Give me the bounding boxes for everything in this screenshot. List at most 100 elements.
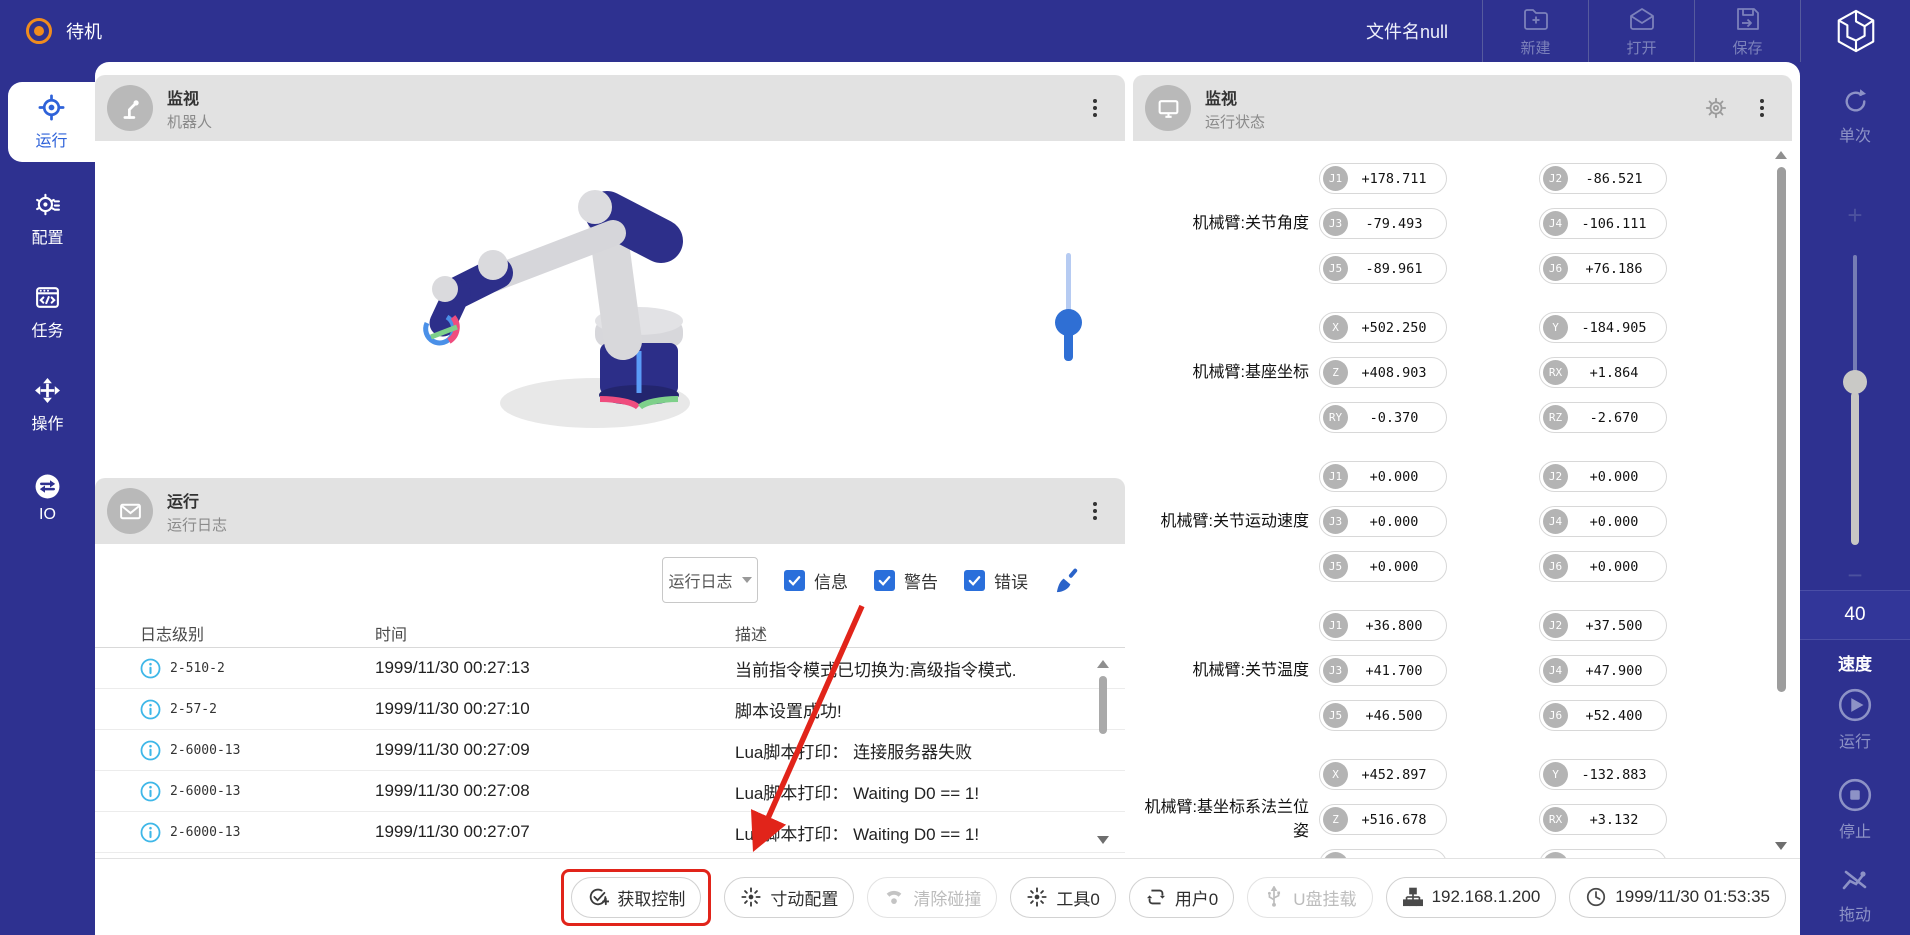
filter-info-checkbox[interactable]: 信息: [784, 568, 848, 593]
bottom-button-icon: [1263, 886, 1285, 908]
status-group-grid: J1 +0.000 J2 +0.000 J3 +0.000 J4 +0.000 …: [1319, 461, 1667, 582]
bottom-button-ip-address[interactable]: 192.168.1.200: [1386, 877, 1557, 918]
log-type-dropdown[interactable]: 运行日志: [662, 557, 758, 603]
bottom-button-tool[interactable]: 工具0: [1010, 877, 1115, 918]
robot-3d-viewport[interactable]: [95, 141, 1125, 474]
value-pill-value: +47.900: [1568, 663, 1663, 679]
value-pill: RY -0.370: [1319, 402, 1447, 433]
value-pill-value: -0.370: [1348, 410, 1443, 426]
sidebar-item-config[interactable]: 配置: [0, 183, 95, 255]
kebab-menu-icon[interactable]: [1089, 95, 1101, 121]
log-row[interactable]: 2-6000-13 1999/11/30 00:27:09 Lua脚本打印： 连…: [95, 730, 1125, 771]
log-scrollbar-thumb[interactable]: [1099, 676, 1107, 734]
status-group: 机械臂:关节角度 J1 +178.711 J2 -86.521 J3 -79.4…: [1141, 163, 1792, 284]
scroll-up-icon[interactable]: [1775, 151, 1787, 159]
status-scrollbar[interactable]: [1774, 151, 1788, 850]
speed-value: 40: [1800, 590, 1910, 640]
value-pill-badge: Z: [1323, 807, 1348, 832]
robot-panel-subtitle: 机器人: [167, 111, 212, 132]
sidebar-item-io[interactable]: IO: [0, 462, 95, 534]
sidebar-item-task[interactable]: 任务: [0, 276, 95, 348]
sidebar-item-run[interactable]: 运行: [8, 82, 95, 162]
bottom-button-user[interactable]: 用户0: [1129, 877, 1234, 918]
value-pill: J1 +0.000: [1319, 461, 1447, 492]
run-button[interactable]: 运行: [1800, 687, 1910, 752]
drag-mode-button[interactable]: 拖动: [1800, 862, 1910, 925]
status-group: 机械臂:关节运动速度 J1 +0.000 J2 +0.000 J3 +0.000…: [1141, 461, 1792, 582]
run-log-panel: 运行 运行日志 运行日志: [95, 478, 1125, 858]
bottom-button-label: 192.168.1.200: [1432, 887, 1541, 907]
speed-increase-button[interactable]: +: [1800, 200, 1910, 231]
save-file-button[interactable]: 保存: [1694, 0, 1800, 62]
value-pill-value: +178.711: [1348, 171, 1443, 187]
value-pill: Z +408.903: [1319, 357, 1447, 388]
new-file-button[interactable]: 新建: [1482, 0, 1588, 62]
chevron-down-icon: [742, 577, 752, 583]
value-pill-value: +502.250: [1348, 320, 1443, 336]
value-pill: J6 +52.400: [1539, 700, 1667, 731]
scroll-down-icon[interactable]: [1775, 842, 1787, 850]
value-pill: J5 +0.000: [1319, 551, 1447, 582]
log-scrollbar[interactable]: [1097, 660, 1109, 844]
bottom-button-label: U盘挂载: [1293, 885, 1356, 910]
filter-error-checkbox[interactable]: 错误: [964, 568, 1028, 593]
speed-decrease-button[interactable]: −: [1800, 560, 1910, 591]
value-pill-badge: J2: [1543, 613, 1568, 638]
log-row[interactable]: 2-57-2 1999/11/30 00:27:10 脚本设置成功!: [95, 689, 1125, 730]
bottom-button-label: 1999/11/30 01:53:35: [1615, 887, 1770, 907]
stop-button[interactable]: 停止: [1800, 777, 1910, 842]
stop-icon: [1837, 777, 1873, 813]
log-row[interactable]: 2-6000-13 1999/11/30 00:27:08 Lua脚本打印： W…: [95, 771, 1125, 812]
log-description: Lua脚本打印： 连接服务器失败: [735, 738, 1080, 763]
log-row[interactable]: 2-510-2 1999/11/30 00:27:13 当前指令模式已切换为:高…: [95, 648, 1125, 689]
value-pill-value: +1.864: [1568, 365, 1663, 381]
bottom-button-acquire-control[interactable]: 获取控制: [571, 877, 701, 918]
speed-slider-track[interactable]: [1853, 255, 1857, 385]
log-table-body: 2-510-2 1999/11/30 00:27:13 当前指令模式已切换为:高…: [95, 648, 1125, 853]
scroll-up-icon[interactable]: [1097, 660, 1109, 668]
status-panel-subtitle: 运行状态: [1205, 111, 1265, 132]
value-pill: J1 +178.711: [1319, 163, 1447, 194]
status-group-label: 机械臂:基坐标系法兰位姿: [1141, 796, 1309, 842]
status-scrollbar-thumb[interactable]: [1777, 167, 1786, 692]
value-pill-badge: J4: [1543, 658, 1568, 683]
value-pill: J1 +36.800: [1319, 610, 1447, 641]
open-file-icon: [1627, 4, 1657, 34]
value-pill-value: +0.000: [1568, 469, 1663, 485]
settings-gear-icon[interactable]: [1704, 96, 1728, 120]
bottom-button-datetime[interactable]: 1999/11/30 01:53:35: [1569, 877, 1786, 918]
log-time: 1999/11/30 00:27:07: [375, 822, 735, 842]
new-file-icon: [1521, 4, 1551, 34]
bottom-button-label: 用户0: [1175, 885, 1218, 910]
log-time: 1999/11/30 00:27:10: [375, 699, 735, 719]
sidebar-item-label: 操作: [31, 410, 63, 434]
value-pill-value: +41.700: [1348, 663, 1443, 679]
sidebar-item-operate[interactable]: 操作: [0, 369, 95, 441]
value-pill-badge: J3: [1323, 509, 1348, 534]
clear-log-brush-icon[interactable]: [1054, 567, 1081, 594]
info-icon: [140, 740, 161, 761]
value-pill-badge: J2: [1543, 464, 1568, 489]
single-cycle-button[interactable]: 单次: [1800, 86, 1910, 146]
bottom-button-clear-collision: 清除碰撞: [867, 877, 997, 918]
bottom-button-jog-config[interactable]: 寸动配置: [724, 877, 854, 918]
log-description: Lua脚本打印： Waiting D0 == 1!: [735, 820, 1080, 845]
sidebar-item-label: 配置: [31, 224, 63, 248]
scroll-down-icon[interactable]: [1097, 836, 1109, 844]
value-pill-value: +0.000: [1348, 559, 1443, 575]
view-zoom-slider-thumb[interactable]: [1055, 309, 1082, 336]
bottom-button-icon: [1026, 886, 1048, 908]
log-time: 1999/11/30 00:27:08: [375, 781, 735, 801]
checkbox-checked-icon: [784, 570, 805, 591]
value-pill-badge: J5: [1323, 554, 1348, 579]
value-pill: J5 -89.961: [1319, 253, 1447, 284]
kebab-menu-icon[interactable]: [1756, 95, 1768, 121]
kebab-menu-icon[interactable]: [1089, 498, 1101, 524]
log-row[interactable]: 2-6000-13 1999/11/30 00:27:07 Lua脚本打印： W…: [95, 812, 1125, 853]
speed-slider-thumb[interactable]: [1843, 370, 1867, 394]
status-groups: 机械臂:关节角度 J1 +178.711 J2 -86.521 J3 -79.4…: [1133, 141, 1792, 858]
filter-warning-checkbox[interactable]: 警告: [874, 568, 938, 593]
status-label: 待机: [66, 18, 102, 44]
log-time: 1999/11/30 00:27:13: [375, 658, 735, 678]
open-file-button[interactable]: 打开: [1588, 0, 1694, 62]
